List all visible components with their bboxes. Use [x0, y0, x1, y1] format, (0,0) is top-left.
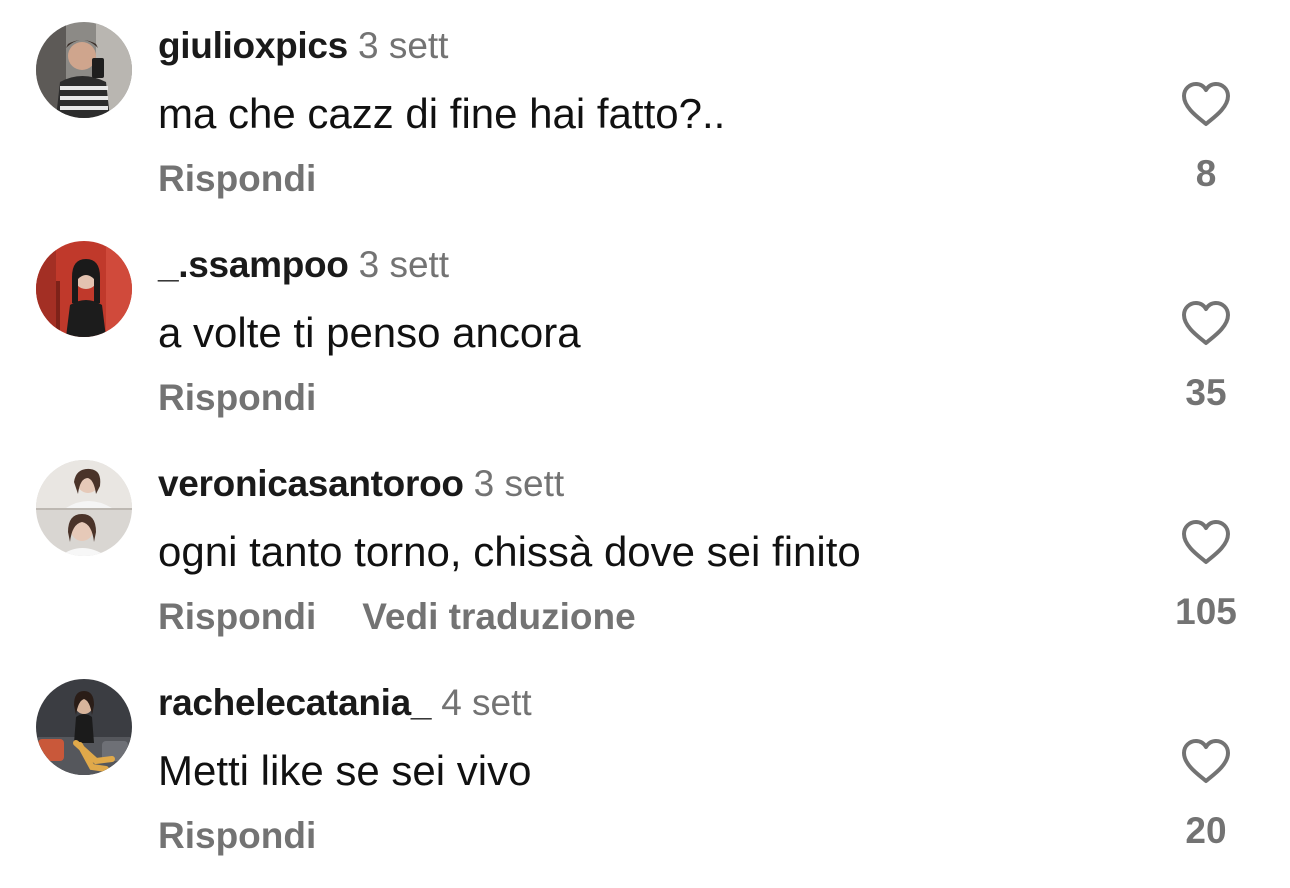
- comment-text: ma che cazz di fine hai fatto?..: [158, 90, 726, 137]
- like-count[interactable]: 8: [1150, 152, 1262, 196]
- comment-text: ogni tanto torno, chissà dove sei finito: [158, 528, 861, 575]
- see-translation-button[interactable]: Vedi traduzione: [362, 595, 635, 639]
- comment-header: giulioxpics 3 sett: [158, 26, 448, 74]
- username[interactable]: rachelecatania_: [158, 682, 431, 723]
- like-count[interactable]: 20: [1150, 809, 1262, 853]
- heart-outline-icon: [1182, 301, 1230, 345]
- reply-button[interactable]: Rispondi: [158, 595, 316, 639]
- avatar[interactable]: [36, 460, 132, 556]
- comment-text: Metti like se sei vivo: [158, 747, 532, 794]
- comment-header: rachelecatania_ 4 sett: [158, 683, 532, 731]
- username[interactable]: giulioxpics: [158, 25, 348, 66]
- comment-time: 3 sett: [473, 463, 565, 504]
- reply-button[interactable]: Rispondi: [158, 376, 316, 420]
- comment-item: giulioxpics 3 sett ma che cazz di fine ha…: [0, 0, 1290, 210]
- like-count[interactable]: 105: [1150, 590, 1262, 634]
- heart-outline-icon: [1182, 739, 1230, 783]
- like-button[interactable]: [1180, 80, 1232, 128]
- reply-button[interactable]: Rispondi: [158, 814, 316, 858]
- comment-actions: Rispondi Vedi traduzione: [158, 595, 682, 647]
- reply-button[interactable]: Rispondi: [158, 157, 316, 201]
- comment-item: rachelecatania_ 4 sett Metti like se sei …: [0, 657, 1290, 867]
- heart-outline-icon: [1182, 520, 1230, 564]
- comment-header: veronicasantoroo 3 sett: [158, 464, 564, 512]
- comment-time: 3 sett: [358, 244, 450, 285]
- comment-text: a volte ti penso ancora: [158, 309, 581, 356]
- like-button[interactable]: [1180, 299, 1232, 347]
- like-button[interactable]: [1180, 737, 1232, 785]
- like-count[interactable]: 35: [1150, 371, 1262, 415]
- comment-item: _.ssampoo 3 sett a volte ti penso ancora …: [0, 219, 1290, 429]
- avatar[interactable]: [36, 22, 132, 118]
- avatar[interactable]: [36, 241, 132, 337]
- username[interactable]: veronicasantoroo: [158, 463, 464, 504]
- comment-time: 4 sett: [441, 682, 532, 723]
- comment-actions: Rispondi: [158, 157, 362, 209]
- comment-actions: Rispondi: [158, 814, 362, 866]
- comment-time: 3 sett: [357, 25, 449, 66]
- comment-actions: Rispondi: [158, 376, 362, 428]
- like-button[interactable]: [1180, 518, 1232, 566]
- comment-item: veronicasantoroo 3 sett ogni tanto torno,…: [0, 438, 1290, 648]
- avatar[interactable]: [36, 679, 132, 775]
- comment-header: _.ssampoo 3 sett: [158, 245, 449, 293]
- heart-outline-icon: [1182, 82, 1230, 126]
- username[interactable]: _.ssampoo: [158, 244, 349, 285]
